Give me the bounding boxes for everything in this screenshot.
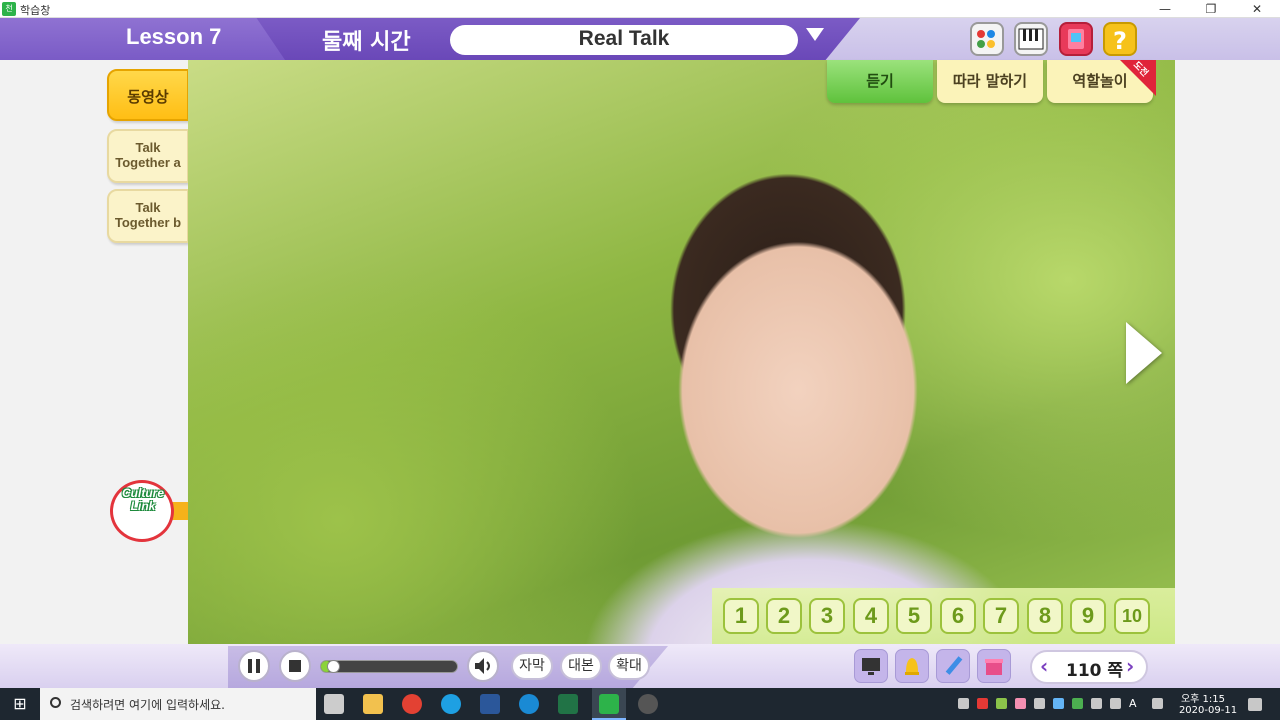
tray-icon[interactable] (1072, 698, 1083, 709)
cheonjae-icon[interactable] (599, 694, 619, 714)
section-title: 둘째 시간 (322, 30, 411, 55)
scene-button[interactable]: 10 (1114, 598, 1150, 634)
tray-icon[interactable] (1034, 698, 1045, 709)
volume-icon[interactable] (1110, 698, 1121, 709)
clock-date[interactable]: 2020-09-11 (1178, 705, 1238, 716)
script-button[interactable]: 대본 (560, 652, 602, 680)
tray-icon[interactable] (996, 698, 1007, 709)
chrome-icon[interactable] (402, 694, 422, 714)
book-icon[interactable] (1059, 22, 1093, 56)
tray-icon[interactable] (1053, 698, 1064, 709)
edge-icon[interactable] (519, 694, 539, 714)
window-title: 학습창 (20, 4, 51, 17)
tab-talk-together-a[interactable]: Talk Together a (107, 129, 189, 183)
scene-button[interactable]: 4 (853, 598, 889, 634)
tab-label-line2: Together a (115, 155, 181, 170)
scene-button[interactable]: 9 (1070, 598, 1106, 634)
tray-icon[interactable] (958, 698, 969, 709)
scene-button[interactable]: 7 (983, 598, 1019, 634)
subtitle-button[interactable]: 자막 (511, 652, 553, 680)
culture-link-tab (172, 502, 188, 520)
culture-link-line2: Link (130, 499, 156, 513)
word-icon[interactable] (480, 694, 500, 714)
page-prev-button[interactable]: ‹ (1040, 654, 1048, 678)
network-icon[interactable] (1091, 698, 1102, 709)
box-icon[interactable] (977, 649, 1011, 683)
minimize-button[interactable]: — (1142, 0, 1188, 18)
obs-icon[interactable] (638, 694, 658, 714)
page-next-button[interactable]: › (1126, 654, 1134, 678)
excel-icon[interactable] (558, 694, 578, 714)
lesson-title: Lesson 7 (126, 24, 222, 49)
progress-bar[interactable] (320, 660, 458, 673)
windows-start-icon[interactable]: ⊞ (0, 688, 40, 720)
scene-button[interactable]: 6 (940, 598, 976, 634)
topic-title: Real Talk (578, 27, 670, 50)
pause-button[interactable] (238, 650, 270, 682)
svg-text:?: ? (1113, 27, 1127, 54)
search-placeholder: 검색하려면 여기에 입력하세요. (70, 698, 225, 712)
scene-button[interactable]: 1 (723, 598, 759, 634)
mode-listen-tab[interactable]: 듣기 (827, 60, 933, 103)
palette-icon[interactable] (970, 22, 1004, 56)
progress-handle[interactable] (327, 660, 340, 673)
culture-link-label: Culture Link (113, 487, 173, 513)
tab-label-line1: Talk (135, 200, 161, 215)
tab-label-line2: Together b (114, 215, 182, 230)
app-logo-icon: 천재 (2, 2, 16, 27)
chevron-down-icon[interactable] (806, 28, 824, 41)
file-explorer-icon[interactable] (363, 694, 383, 714)
tray-icon[interactable] (977, 698, 988, 709)
task-view-icon[interactable] (324, 694, 344, 714)
bell-icon[interactable] (895, 649, 929, 683)
search-icon (50, 697, 61, 708)
tab-label-line1: Talk (135, 140, 161, 155)
stop-icon (289, 660, 301, 672)
notification-icon[interactable] (1248, 698, 1262, 711)
ie-icon[interactable] (441, 694, 461, 714)
maximize-button[interactable]: ❐ (1188, 0, 1234, 18)
scene-button[interactable]: 8 (1027, 598, 1063, 634)
volume-button[interactable] (467, 650, 499, 682)
video-player[interactable] (188, 60, 1175, 644)
pause-icon (248, 659, 252, 673)
pen-icon[interactable] (936, 649, 970, 683)
close-button[interactable]: ✕ (1234, 0, 1280, 18)
scene-button[interactable]: 3 (809, 598, 845, 634)
mode-repeat-tab[interactable]: 따라 말하기 (937, 60, 1043, 103)
zoom-button[interactable]: 확대 (608, 652, 650, 680)
page-number: 110 쪽 (1066, 661, 1124, 681)
question-icon[interactable]: ? (1103, 22, 1137, 56)
ime-icon[interactable]: A (1129, 698, 1140, 709)
scene-button[interactable]: 2 (766, 598, 802, 634)
piano-icon[interactable] (1014, 22, 1048, 56)
keyboard-icon[interactable] (1152, 698, 1163, 709)
next-arrow-icon[interactable] (1126, 322, 1162, 384)
window-titlebar (0, 0, 1280, 18)
monitor-icon[interactable] (854, 649, 888, 683)
tab-video[interactable]: 동영상 (107, 69, 189, 121)
clock-time[interactable]: 오후 1:15 (1178, 690, 1228, 705)
tray-icon[interactable] (1015, 698, 1026, 709)
tab-video-label: 동영상 (127, 88, 169, 106)
tab-talk-together-b[interactable]: Talk Together b (107, 189, 189, 243)
pause-icon (256, 659, 260, 673)
scene-button[interactable]: 5 (896, 598, 932, 634)
speaker-icon (475, 658, 490, 674)
